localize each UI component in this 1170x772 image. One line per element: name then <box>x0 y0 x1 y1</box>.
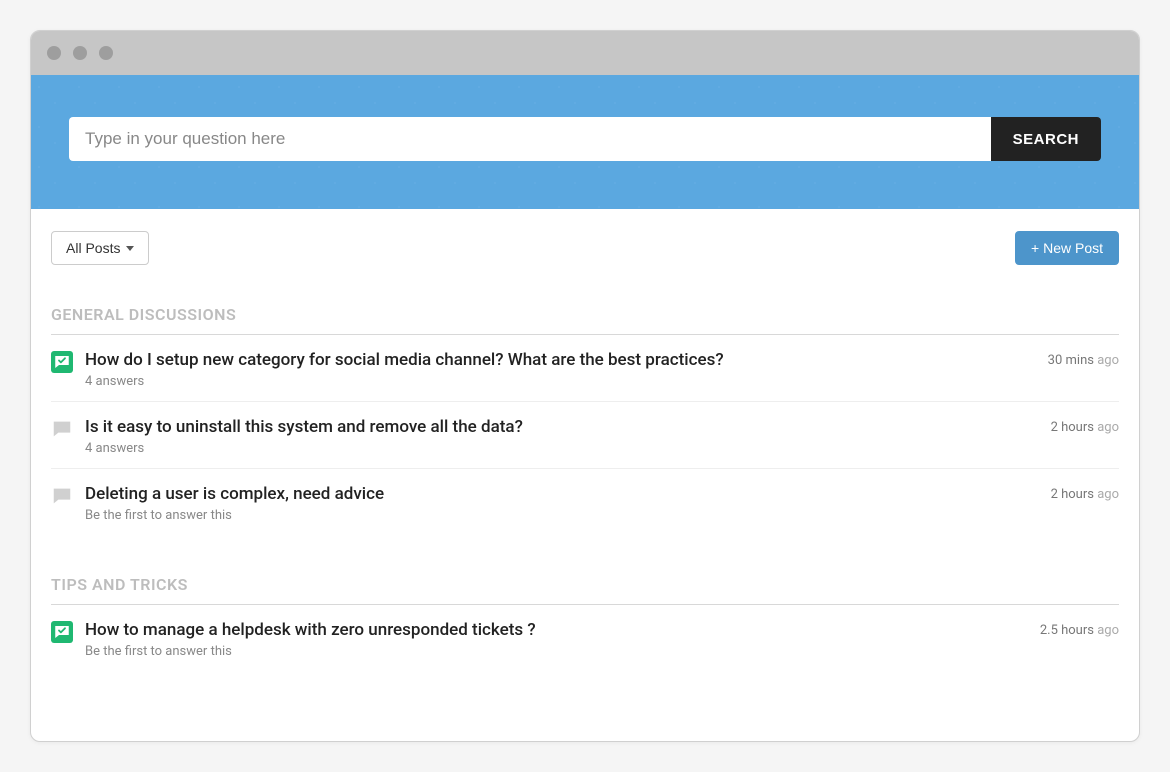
post-title[interactable]: Deleting a user is complex, need advice <box>85 483 1039 506</box>
filter-label: All Posts <box>66 240 120 256</box>
window-dot-icon <box>47 46 61 60</box>
search-hero: SEARCH <box>31 75 1139 209</box>
browser-window: SEARCH All Posts + New Post GENERAL DISC… <box>30 30 1140 742</box>
post-row[interactable]: Deleting a user is complex, need advice B… <box>51 469 1119 535</box>
post-row[interactable]: How to manage a helpdesk with zero unres… <box>51 605 1119 671</box>
post-time: 30 mins ago <box>1048 353 1119 368</box>
section-title: TIPS AND TRICKS <box>51 575 1119 605</box>
toolbar: All Posts + New Post <box>51 231 1119 265</box>
post-body: Is it easy to uninstall this system and … <box>85 416 1039 456</box>
content-area: All Posts + New Post GENERAL DISCUSSIONS… <box>31 209 1139 741</box>
post-answers-meta: 4 answers <box>85 374 1036 389</box>
forum-section: TIPS AND TRICKS How to manage a helpdesk … <box>51 575 1119 671</box>
post-answers-meta: Be the first to answer this <box>85 644 1028 659</box>
window-dot-icon <box>73 46 87 60</box>
new-post-button[interactable]: + New Post <box>1015 231 1119 265</box>
post-time: 2.5 hours ago <box>1040 623 1119 638</box>
post-row[interactable]: Is it easy to uninstall this system and … <box>51 402 1119 469</box>
post-answers-meta: Be the first to answer this <box>85 508 1039 523</box>
speech-bubble-icon <box>51 485 73 507</box>
post-time-suffix: ago <box>1097 420 1119 435</box>
section-title: GENERAL DISCUSSIONS <box>51 305 1119 335</box>
search-button[interactable]: SEARCH <box>991 117 1101 161</box>
post-time-suffix: ago <box>1097 487 1119 502</box>
post-time-value: 30 mins <box>1048 353 1094 368</box>
post-body: Deleting a user is complex, need advice B… <box>85 483 1039 523</box>
post-body: How to manage a helpdesk with zero unres… <box>85 619 1028 659</box>
answered-icon <box>51 621 73 643</box>
forum-section: GENERAL DISCUSSIONS How do I setup new ca… <box>51 305 1119 535</box>
search-bar: SEARCH <box>69 117 1101 161</box>
answered-icon <box>51 351 73 373</box>
post-title[interactable]: How do I setup new category for social m… <box>85 349 1036 372</box>
post-time-suffix: ago <box>1097 353 1119 368</box>
window-titlebar <box>31 31 1139 75</box>
post-title[interactable]: How to manage a helpdesk with zero unres… <box>85 619 1028 642</box>
speech-bubble-icon <box>51 418 73 440</box>
post-body: How do I setup new category for social m… <box>85 349 1036 389</box>
window-dot-icon <box>99 46 113 60</box>
post-time: 2 hours ago <box>1051 487 1119 502</box>
post-time-value: 2 hours <box>1051 487 1094 502</box>
chevron-down-icon <box>126 246 134 251</box>
post-time: 2 hours ago <box>1051 420 1119 435</box>
post-row[interactable]: How do I setup new category for social m… <box>51 335 1119 402</box>
post-title[interactable]: Is it easy to uninstall this system and … <box>85 416 1039 439</box>
search-input[interactable] <box>69 117 991 161</box>
post-answers-meta: 4 answers <box>85 441 1039 456</box>
post-time-value: 2 hours <box>1051 420 1094 435</box>
post-time-suffix: ago <box>1097 623 1119 638</box>
filter-dropdown[interactable]: All Posts <box>51 231 149 265</box>
post-time-value: 2.5 hours <box>1040 623 1094 638</box>
